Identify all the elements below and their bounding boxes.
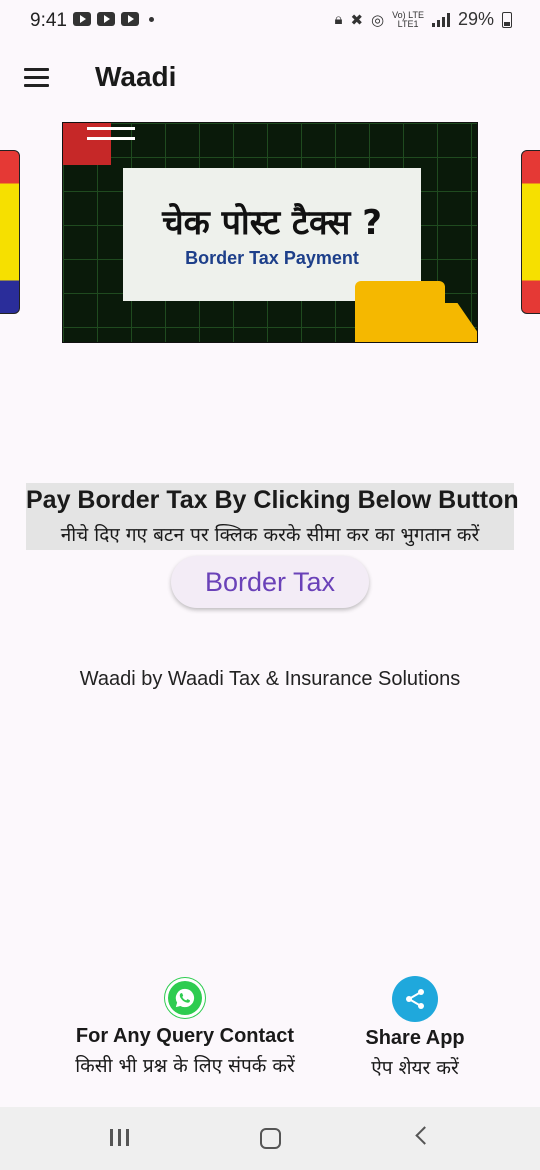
system-navigation-bar — [0, 1107, 540, 1170]
back-icon[interactable] — [382, 1107, 462, 1170]
mute-icon: ✖ — [350, 11, 364, 29]
contact-subtitle: किसी भी प्रश्न के लिए संपर्क करें — [75, 1055, 295, 1077]
truck-cab-illustration — [435, 303, 477, 342]
signal-icon — [431, 12, 450, 27]
credit-text: Waadi by Waadi Tax & Insurance Solutions — [79, 668, 461, 690]
share-title: Share App — [365, 1027, 465, 1049]
status-time: 9:41 — [30, 10, 67, 31]
lock-icon: 🔒︎ — [334, 11, 343, 28]
border-tax-banner[interactable]: चेक पोस्ट टैक्स ? Border Tax Payment — [62, 122, 478, 343]
hotspot-icon: ◎ — [371, 11, 385, 29]
status-bar: 9:41 🔒︎ ✖ ◎ Vo) LTE LTE1 29% — [0, 0, 540, 42]
battery-icon — [502, 11, 512, 28]
banner-english-title: Border Tax Payment — [185, 248, 359, 268]
previous-banner[interactable] — [0, 150, 20, 314]
border-tax-button[interactable]: Border Tax — [171, 556, 369, 608]
notification-icons — [73, 12, 154, 26]
more-notifications-dot-icon — [149, 16, 154, 22]
pay-subtitle: नीचे दिए गए बटन पर क्लिक करके सीमा कर का… — [60, 524, 480, 546]
truck-illustration — [355, 281, 445, 342]
contact-whatsapp-button[interactable]: For Any Query Contact किसी भी प्रश्न के … — [40, 978, 330, 1078]
home-icon[interactable] — [230, 1107, 310, 1170]
banner-hindi-title: चेक पोस्ट टैक्स ? — [162, 203, 382, 243]
youtube-notification-icon — [97, 12, 115, 26]
pay-title: Pay Border Tax By Clicking Below Button — [26, 486, 519, 514]
next-banner[interactable] — [521, 150, 540, 314]
recent-apps-icon[interactable] — [79, 1107, 159, 1170]
share-icon[interactable] — [392, 976, 438, 1022]
share-app-button[interactable]: Share App ऐप शेयर करें — [325, 976, 505, 1080]
contact-title: For Any Query Contact — [75, 1025, 295, 1047]
app-title: Waadi — [95, 61, 177, 92]
menu-icon[interactable] — [24, 68, 49, 88]
app-bar: Waadi — [0, 48, 540, 110]
pay-instructions: Pay Border Tax By Clicking Below Button … — [26, 483, 519, 550]
network-type-label: Vo) LTE LTE1 — [392, 9, 424, 29]
share-subtitle: ऐप शेयर करें — [371, 1057, 459, 1079]
banner-decoration-lines — [87, 127, 135, 147]
status-indicators: 🔒︎ ✖ ◎ Vo) LTE LTE1 29% — [334, 9, 512, 30]
youtube-notification-icon — [121, 12, 139, 26]
youtube-notification-icon — [73, 12, 91, 26]
banner-carousel[interactable]: चेक पोस्ट टैक्स ? Border Tax Payment — [0, 122, 540, 344]
whatsapp-icon[interactable] — [165, 978, 205, 1018]
battery-percent: 29% — [457, 9, 494, 29]
